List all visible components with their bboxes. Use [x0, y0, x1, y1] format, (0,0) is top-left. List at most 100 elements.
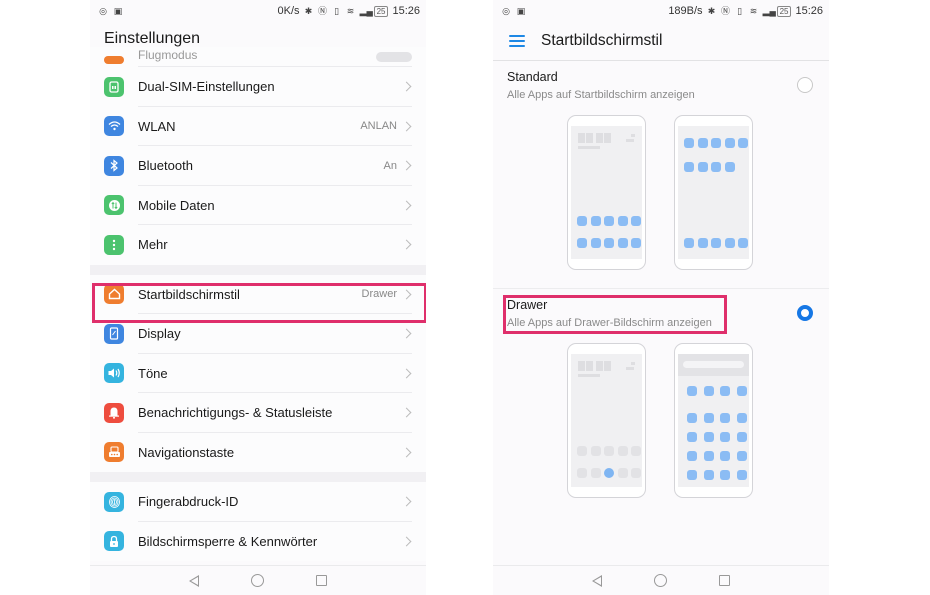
battery-level: 25	[373, 5, 389, 17]
app-tile	[687, 413, 697, 423]
chevron-right-icon	[401, 447, 412, 458]
home-screen-style-screen: ◎ ▣ 189B/s ✱ Ⓝ ▯ ≋ ▂▄ 25 15:26 Startbild…	[493, 0, 829, 595]
drawer-preview-home	[567, 343, 646, 498]
app-tile	[631, 446, 641, 456]
settings-item-sounds[interactable]: Töne	[90, 354, 426, 394]
airplane-mode-toggle[interactable]	[376, 52, 412, 62]
wifi-icon	[104, 116, 124, 137]
app-tile	[687, 386, 697, 396]
settings-item-label: Bluetooth	[138, 158, 193, 174]
instagram-icon: ◎	[502, 6, 510, 16]
nfc-icon: Ⓝ	[721, 6, 731, 16]
app-tile	[687, 451, 697, 461]
option-title: Drawer	[507, 298, 548, 312]
app-drawer-button-icon	[604, 468, 614, 478]
app-tile	[590, 468, 601, 478]
settings-item-fingerprint[interactable]: Fingerabdruck-ID	[90, 482, 426, 522]
app-tile	[703, 386, 714, 396]
app-tile	[697, 162, 708, 172]
settings-item-mobile-data[interactable]: Mobile Daten	[90, 186, 426, 226]
section-separator	[90, 264, 426, 275]
app-tile	[738, 138, 748, 148]
app-tile	[720, 451, 730, 461]
chevron-right-icon	[401, 200, 412, 211]
menu-icon[interactable]	[509, 34, 525, 47]
navigation-bar	[90, 565, 426, 595]
option-standard[interactable]: Standard Alle Apps auf Startbildschirm a…	[493, 61, 829, 289]
bluetooth-status-icon: ✱	[304, 6, 313, 16]
settings-item-label: Startbildschirmstil	[138, 286, 240, 302]
app-tile	[617, 216, 628, 226]
signal-icon: ▂▄	[762, 6, 776, 16]
app-tile	[577, 468, 587, 478]
settings-item-navigation-key[interactable]: Navigationstaste	[90, 433, 426, 473]
app-tile	[703, 451, 714, 461]
chevron-right-icon	[401, 239, 412, 250]
app-tile	[687, 432, 697, 442]
signal-icon: ▂▄	[359, 6, 373, 16]
chevron-right-icon	[401, 536, 412, 547]
app-tile	[736, 432, 747, 442]
settings-item-value: Drawer	[361, 288, 397, 301]
recent-apps-button[interactable]	[316, 575, 327, 586]
chevron-right-icon	[401, 289, 412, 300]
page-title: Startbildschirmstil	[541, 31, 663, 49]
app-tile	[738, 238, 748, 248]
app-tile	[577, 238, 587, 248]
home-button[interactable]	[251, 574, 264, 587]
app-tile	[720, 470, 730, 480]
settings-item-value: An	[383, 159, 397, 172]
settings-item-wlan[interactable]: WLAN ANLAN	[90, 107, 426, 147]
app-tile	[617, 238, 628, 248]
back-button[interactable]	[592, 574, 602, 587]
option-drawer[interactable]: Drawer Alle Apps auf Drawer-Bildschirm a…	[493, 290, 829, 520]
vibrate-icon: ▯	[737, 6, 743, 16]
app-tile	[684, 238, 694, 248]
app-tile	[724, 138, 735, 148]
settings-item-label: Mehr	[138, 237, 168, 253]
clock: 15:26	[392, 5, 420, 17]
settings-item-label: WLAN	[138, 118, 176, 134]
app-tile	[697, 238, 708, 248]
bell-icon	[104, 402, 124, 423]
settings-item-dual-sim[interactable]: Dual-SIM-Einstellungen	[90, 67, 426, 107]
drawer-preview-apps	[674, 343, 753, 498]
app-tile	[703, 413, 714, 423]
instagram-icon: ◎	[99, 6, 107, 16]
settings-item-lock-screen[interactable]: Bildschirmsperre & Kennwörter	[90, 522, 426, 562]
option-subtitle: Alle Apps auf Startbildschirm anzeigen	[507, 89, 695, 101]
settings-item-label: Dual-SIM-Einstellungen	[138, 79, 275, 95]
recent-apps-button[interactable]	[719, 575, 730, 586]
mobile-data-icon	[104, 195, 124, 216]
settings-screen: ◎ ▣ 0K/s ✱ Ⓝ ▯ ≋ ▂▄ 25 15:26 Einstellung…	[90, 0, 426, 595]
status-bar: ◎ ▣ 0K/s ✱ Ⓝ ▯ ≋ ▂▄ 25 15:26	[90, 0, 426, 22]
chevron-right-icon	[401, 160, 412, 171]
settings-item-home-screen-style[interactable]: Startbildschirmstil Drawer	[90, 275, 426, 315]
home-button[interactable]	[654, 574, 667, 587]
vibrate-icon: ▯	[334, 6, 340, 16]
settings-item-notifications[interactable]: Benachrichtigungs- & Statusleiste	[90, 393, 426, 433]
app-tile	[617, 468, 628, 478]
settings-item-display[interactable]: Display	[90, 314, 426, 354]
fingerprint-icon	[104, 491, 124, 512]
radio-drawer[interactable]	[797, 305, 813, 321]
settings-item-airplane-mode[interactable]: Flugmodus	[90, 47, 426, 67]
chevron-right-icon	[401, 496, 412, 507]
settings-item-bluetooth[interactable]: Bluetooth An	[90, 146, 426, 186]
lock-icon	[104, 531, 124, 552]
settings-list: Flugmodus Dual-SIM-Einstellungen WLAN AN…	[90, 47, 426, 562]
chevron-right-icon	[401, 121, 412, 132]
clock: 15:26	[795, 5, 823, 17]
app-tile	[590, 446, 601, 456]
app-tile	[631, 468, 641, 478]
navigation-key-icon	[104, 442, 124, 463]
app-tile	[617, 446, 628, 456]
radio-standard[interactable]	[797, 77, 813, 93]
notification-icon: ▣	[516, 6, 526, 16]
battery-level: 25	[776, 5, 792, 17]
settings-item-more[interactable]: Mehr	[90, 225, 426, 265]
notification-icon: ▣	[113, 6, 123, 16]
back-button[interactable]	[189, 574, 199, 587]
settings-item-label: Navigationstaste	[138, 444, 235, 460]
option-title: Standard	[507, 70, 558, 84]
